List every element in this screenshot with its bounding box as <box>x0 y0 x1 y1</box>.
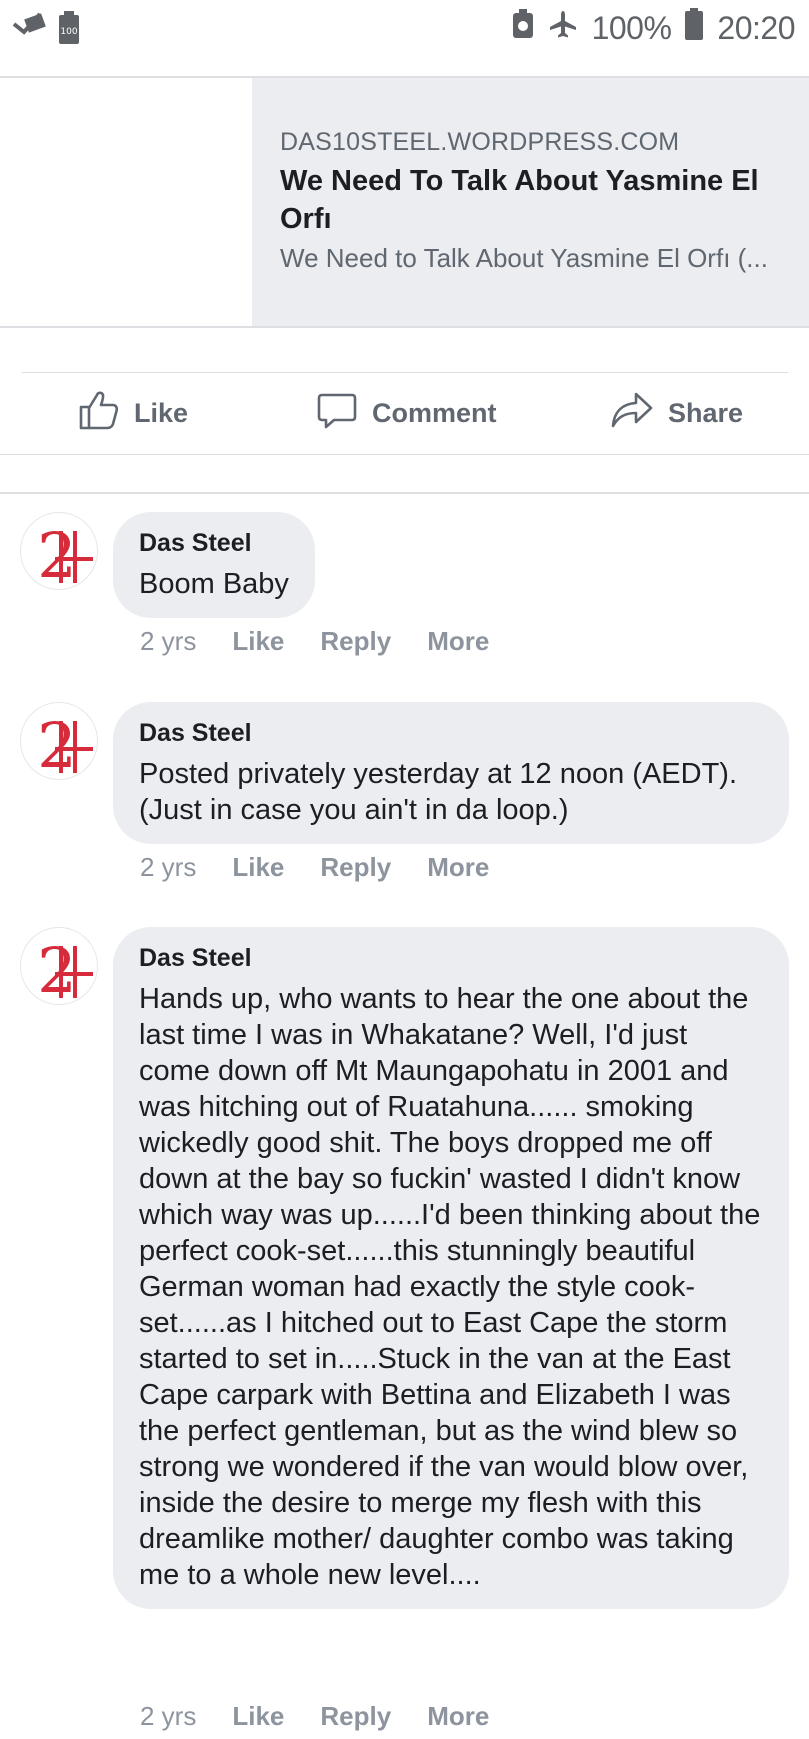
link-title[interactable]: We Need To Talk About Yasmine El Orfı <box>280 162 790 238</box>
battery-icon <box>685 8 704 48</box>
share-label: Share <box>668 397 744 428</box>
avatar[interactable]: 2 <box>20 702 98 780</box>
post-action-bar: Like Comment Share <box>0 380 809 446</box>
comment-like-link[interactable]: Like <box>232 1701 284 1732</box>
comment-time[interactable]: 2 yrs <box>140 626 196 657</box>
comment-author[interactable]: Das Steel <box>139 526 289 560</box>
status-left-icons: 100 <box>12 10 80 45</box>
divider <box>0 492 809 494</box>
comment-meta: 2 yrs Like Reply More <box>140 626 489 657</box>
comment-author[interactable]: Das Steel <box>139 941 763 975</box>
comment-bubble[interactable]: Das Steel Hands up, who wants to hear th… <box>113 927 789 1609</box>
battery-percent: 100% <box>591 9 672 46</box>
comment-text: Hands up, who wants to hear the one abou… <box>139 983 761 1591</box>
battery-saver-label: 100 <box>60 27 77 37</box>
comment-meta: 2 yrs Like Reply More <box>140 852 489 883</box>
comment-meta: 2 yrs Like Reply More <box>140 1701 489 1732</box>
clock: 20:20 <box>717 9 795 46</box>
share-button[interactable]: Share <box>610 380 743 446</box>
comment-more-link[interactable]: More <box>427 852 489 883</box>
battery-saver-icon: 100 <box>58 10 80 45</box>
comment-text: Boom Baby <box>139 568 289 600</box>
comment-bubble-icon <box>316 389 358 438</box>
avatar-mark-2: 2 <box>37 934 76 1005</box>
comment-bubble[interactable]: Das Steel Boom Baby <box>113 512 315 618</box>
comment-reply-link[interactable]: Reply <box>320 1701 391 1732</box>
comment-button[interactable]: Comment <box>316 380 497 446</box>
vault-icon <box>512 9 534 47</box>
comment-time[interactable]: 2 yrs <box>140 1701 196 1732</box>
divider <box>0 454 809 455</box>
status-right: 100% 20:20 <box>512 8 795 48</box>
comment-label: Comment <box>372 397 497 428</box>
like-label: Like <box>134 397 189 428</box>
comment-like-link[interactable]: Like <box>232 626 284 657</box>
mail-sync-icon <box>12 10 46 45</box>
comment-time[interactable]: 2 yrs <box>140 852 196 883</box>
link-preview-body[interactable]: DAS10STEEL.WORDPRESS.COM We Need To Talk… <box>252 78 809 328</box>
link-description: We Need to Talk About Yasmine El Orfı (.… <box>280 243 768 273</box>
share-arrow-icon <box>610 389 654 438</box>
avatar[interactable]: 2 <box>20 927 98 1005</box>
comment-author[interactable]: Das Steel <box>139 716 763 750</box>
comment-reply-link[interactable]: Reply <box>320 626 391 657</box>
link-domain: DAS10STEEL.WORDPRESS.COM <box>280 128 680 156</box>
link-preview-thumbnail[interactable] <box>0 78 252 328</box>
comment-reply-link[interactable]: Reply <box>320 852 391 883</box>
status-bar: 100 100% 20:20 <box>0 0 809 56</box>
divider <box>22 372 788 373</box>
avatar-mark-2: 2 <box>37 519 76 590</box>
airplane-mode-icon <box>548 9 578 47</box>
link-preview-card[interactable]: DAS10STEEL.WORDPRESS.COM We Need To Talk… <box>0 78 809 328</box>
divider <box>0 326 809 328</box>
comment-bubble[interactable]: Das Steel Posted privately yesterday at … <box>113 702 789 844</box>
comment-like-link[interactable]: Like <box>232 852 284 883</box>
comment-more-link[interactable]: More <box>427 1701 489 1732</box>
like-button[interactable]: Like <box>78 380 188 446</box>
avatar[interactable]: 2 <box>20 512 98 590</box>
avatar-mark-2: 2 <box>37 709 76 780</box>
comment-more-link[interactable]: More <box>427 626 489 657</box>
comment-text: Posted privately yesterday at 12 noon (A… <box>139 758 738 826</box>
thumbs-up-icon <box>78 389 120 438</box>
